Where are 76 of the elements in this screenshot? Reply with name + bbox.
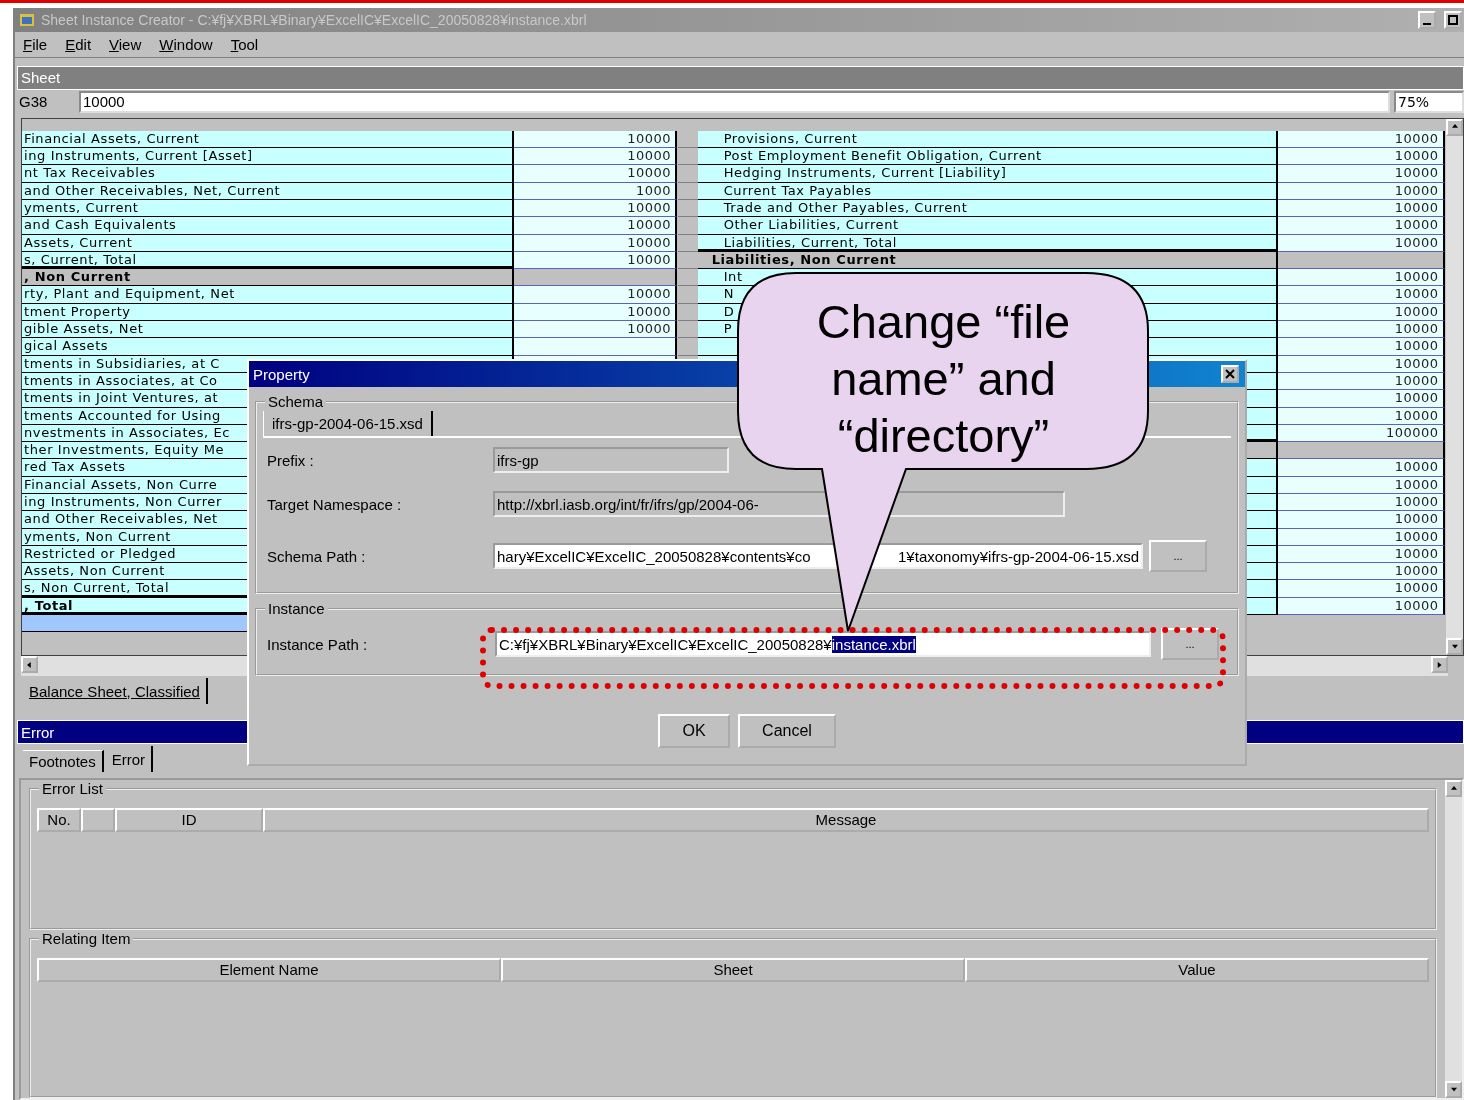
- menu-item[interactable]: View: [109, 35, 142, 53]
- cell-reference: G38: [19, 93, 49, 111]
- menu-item[interactable]: Tool: [230, 35, 259, 53]
- field-label: Instance Path :: [266, 635, 369, 653]
- column-header[interactable]: ID: [115, 808, 263, 832]
- maximize-button[interactable]: [1444, 10, 1462, 29]
- cell-value[interactable]: 10000: [514, 286, 677, 304]
- cell-value[interactable]: 10000: [1277, 511, 1445, 529]
- close-button[interactable]: [1221, 365, 1239, 383]
- cell-value[interactable]: 10000: [1277, 459, 1445, 477]
- close-icon: [1225, 369, 1235, 379]
- cell-value[interactable]: 10000: [514, 321, 677, 339]
- input-field[interactable]: hary¥ExcelIC¥ExcelIC_20050828¥contents¥co 1¥taxonomy¥ifrs-gp-2004-06-15.xsd: [493, 543, 1143, 569]
- cell-value[interactable]: 10000: [1277, 165, 1445, 183]
- section-heading: , Non Current: [22, 269, 514, 287]
- row-label: ing Instruments, Current [Asset]: [22, 148, 514, 166]
- zoom-select[interactable]: 75%: [1394, 90, 1464, 113]
- row-label: nt Tax Receivables: [22, 165, 514, 183]
- cell-value[interactable]: 10000: [1277, 563, 1445, 581]
- row-label: and Cash Equivalents: [22, 217, 514, 235]
- row-label: rty, Plant and Equipment, Net: [22, 286, 514, 304]
- row-label: Financial Assets, Current: [22, 130, 514, 149]
- cell-value[interactable]: 10000: [514, 148, 677, 166]
- column-header[interactable]: Sheet: [501, 958, 965, 982]
- field-label: Schema Path :: [266, 547, 367, 565]
- cell-value[interactable]: 10000: [1277, 338, 1445, 356]
- cancel-button[interactable]: Cancel: [738, 714, 836, 748]
- column-header[interactable]: Value: [965, 958, 1429, 982]
- scroll-left-button[interactable]: [21, 656, 38, 674]
- column-header[interactable]: Element Name: [37, 958, 501, 982]
- vertical-scrollbar[interactable]: [1445, 780, 1462, 1098]
- menu-item[interactable]: File: [23, 35, 48, 53]
- scroll-up-button[interactable]: [1446, 118, 1463, 136]
- app-icon: [19, 11, 35, 28]
- column-header[interactable]: Message: [263, 808, 1429, 832]
- minimize-icon: [1423, 22, 1431, 25]
- scroll-down-button[interactable]: [1445, 1081, 1462, 1098]
- cell-value[interactable]: 10000: [1277, 580, 1445, 598]
- panel-title: Sheet: [17, 65, 1464, 90]
- row-label: gical Assets: [22, 338, 514, 356]
- cell-value[interactable]: 10000: [514, 130, 677, 149]
- cell-value[interactable]: 10000: [1277, 217, 1445, 235]
- row-label: Other Liabilities, Current: [697, 217, 1278, 235]
- field-label: Target Namespace :: [266, 495, 403, 513]
- browse-button[interactable]: ...: [1149, 540, 1207, 572]
- cell-value[interactable]: 10000: [514, 165, 677, 183]
- schema-tab[interactable]: ifrs-gp-2004-06-15.xsd: [263, 411, 433, 436]
- formula-field[interactable]: 10000: [79, 90, 1390, 113]
- cell-value[interactable]: 10000: [514, 217, 677, 235]
- cell-value[interactable]: 10000: [1277, 286, 1445, 304]
- group-title: Relating Item: [39, 930, 134, 947]
- group-title: Error List: [39, 780, 106, 797]
- group-title: Schema: [265, 393, 327, 410]
- column-header[interactable]: No.: [37, 808, 81, 832]
- minimize-button[interactable]: [1418, 10, 1436, 29]
- scroll-right-button[interactable]: [1431, 656, 1448, 674]
- scroll-down-button[interactable]: [1446, 638, 1463, 656]
- menu-item[interactable]: Edit: [65, 35, 92, 53]
- scroll-up-button[interactable]: [1445, 780, 1462, 797]
- window-title: Sheet Instance Creator - C:¥fj¥XBRL¥Binary¥ExcelIC¥ExcelIC_20050828¥instance.xbrl: [41, 11, 588, 28]
- row-label: Hedging Instruments, Current [Liability]: [697, 165, 1278, 183]
- input-field[interactable]: ifrs-gp: [493, 447, 729, 473]
- row-label: gible Assets, Net: [22, 321, 514, 339]
- cell-value[interactable]: 10000: [1277, 390, 1445, 408]
- row-label: Provisions, Current: [697, 130, 1278, 149]
- cell-value[interactable]: 10000: [1277, 269, 1445, 287]
- browse-button[interactable]: ...: [1161, 628, 1219, 660]
- vertical-scrollbar[interactable]: [1446, 118, 1463, 656]
- cell-value[interactable]: 10000: [1277, 321, 1445, 339]
- row-label: Post Employment Benefit Obligation, Current: [697, 148, 1278, 166]
- panel-tab[interactable]: Footnotes: [23, 750, 104, 772]
- ok-button[interactable]: OK: [658, 714, 730, 748]
- maximize-icon: [1448, 14, 1458, 25]
- cell-value[interactable]: 10000: [1277, 148, 1445, 166]
- cell-value[interactable]: 10000: [1277, 130, 1445, 149]
- menu-item[interactable]: Window: [159, 35, 213, 53]
